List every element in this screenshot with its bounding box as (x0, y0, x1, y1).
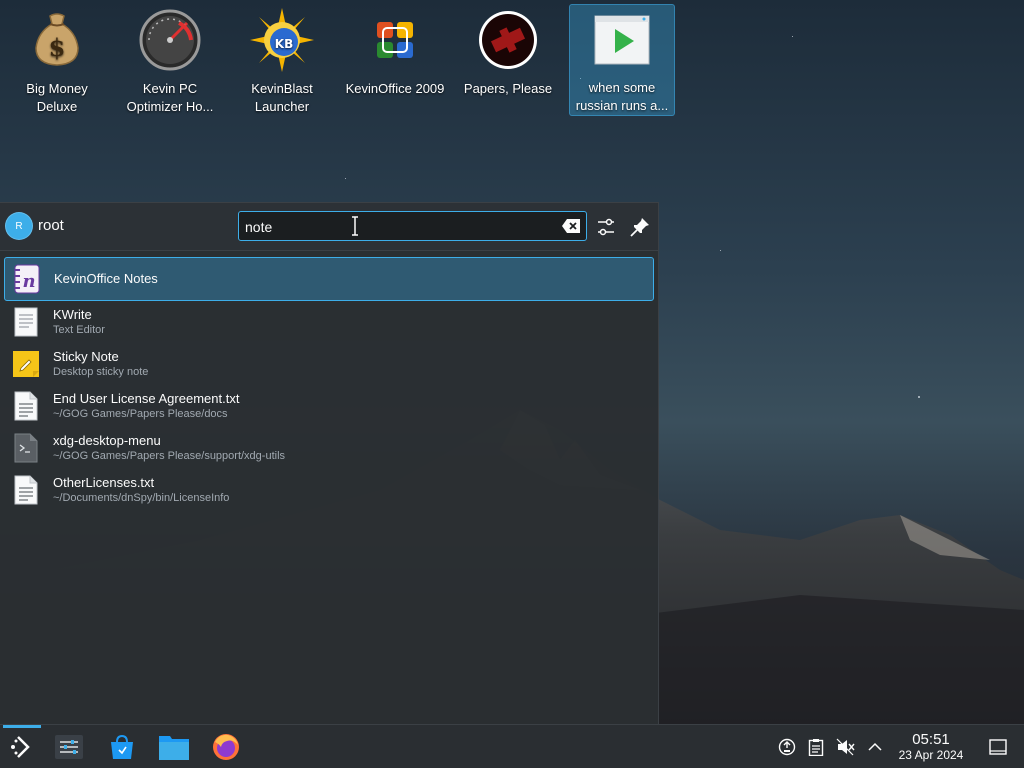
launcher-active-indicator (3, 725, 41, 728)
result-title: Sticky Note (53, 349, 119, 364)
result-eula-file[interactable]: End User License Agreement.txt ~/GOG Gam… (4, 385, 654, 427)
text-editor-icon (10, 306, 42, 338)
svg-text:KB: KB (275, 37, 293, 51)
result-subtitle: Text Editor (53, 324, 105, 336)
office-logo-icon (363, 8, 427, 72)
app-launcher-button[interactable] (4, 729, 40, 765)
sun-globe-icon: KB (250, 8, 314, 72)
desktop-icon-label: KevinBlast Launcher (251, 81, 313, 114)
taskbar: 05:51 23 Apr 2024 (0, 724, 1024, 768)
avatar[interactable]: R (5, 212, 33, 240)
desktop-icon-label: Kevin PC Optimizer Ho... (126, 81, 214, 114)
volume-muted-icon[interactable] (836, 737, 856, 757)
taskbar-firefox[interactable] (208, 729, 244, 765)
script-file-icon (10, 432, 42, 464)
result-subtitle: ~/Documents/dnSpy/bin/LicenseInfo (53, 492, 230, 504)
launcher-header: R root (0, 203, 658, 251)
result-title: KevinOffice Notes (54, 271, 158, 286)
search-box[interactable] (238, 211, 587, 241)
digital-clock[interactable]: 05:51 23 Apr 2024 (893, 731, 969, 762)
clock-date: 23 Apr 2024 (898, 748, 964, 762)
text-cursor-icon (352, 216, 358, 236)
result-title: xdg-desktop-menu (53, 433, 161, 448)
desktop-icon-papers-please[interactable]: Papers, Please (455, 4, 561, 116)
chevron-up-icon[interactable] (865, 737, 885, 757)
folder-icon (159, 736, 189, 760)
pin-icon[interactable] (629, 216, 651, 238)
firefox-icon (213, 734, 239, 760)
star (345, 178, 346, 179)
taskbar-system-settings[interactable] (51, 729, 87, 765)
result-kwrite[interactable]: KWrite Text Editor (4, 301, 654, 343)
text-file-icon (10, 390, 42, 422)
desktop-icon-label: Big Money Deluxe (26, 81, 88, 114)
text-file-icon (10, 474, 42, 506)
result-sticky-note[interactable]: Sticky Note Desktop sticky note (4, 343, 654, 385)
application-launcher: R root n KevinOffice Notes KWrite Text E… (0, 202, 659, 724)
result-otherlicenses-file[interactable]: OtherLicenses.txt ~/Documents/dnSpy/bin/… (4, 469, 654, 511)
star (720, 250, 721, 251)
desktop-icon-label: Papers, Please (463, 81, 553, 96)
taskbar-dolphin[interactable] (156, 729, 192, 765)
desktop-icon-label: when some russian runs a... (575, 80, 669, 113)
show-desktop-icon[interactable] (988, 737, 1008, 757)
desktop-icon-big-money-deluxe[interactable]: $ Big Money Deluxe (4, 4, 110, 116)
result-title: KWrite (53, 307, 92, 322)
system-settings-icon (55, 735, 83, 759)
video-play-icon (590, 9, 654, 71)
network-icon[interactable] (777, 737, 797, 757)
username: root (38, 217, 64, 234)
result-subtitle: ~/GOG Games/Papers Please/support/xdg-ut… (53, 450, 286, 462)
speedometer-icon (138, 8, 202, 72)
search-results: n KevinOffice Notes KWrite Text Editor S… (0, 251, 658, 511)
configure-icon[interactable] (595, 216, 617, 238)
star (792, 36, 793, 37)
desktop-icon-kevinblast-launcher[interactable]: KB KevinBlast Launcher (229, 4, 335, 116)
result-subtitle: ~/GOG Games/Papers Please/docs (53, 408, 228, 420)
desktop-icon-kevin-pc-optimizer[interactable]: Kevin PC Optimizer Ho... (117, 4, 223, 116)
result-subtitle: Desktop sticky note (53, 366, 149, 378)
discover-store-icon (111, 734, 133, 759)
notes-app-icon: n (11, 263, 43, 295)
clock-time: 05:51 (912, 731, 950, 748)
papers-please-icon (476, 8, 540, 72)
result-title: End User License Agreement.txt (53, 391, 240, 406)
svg-text:$: $ (49, 33, 66, 62)
desktop-icon-video[interactable]: when some russian runs a... (569, 4, 675, 116)
result-kevinoffice-notes[interactable]: n KevinOffice Notes (4, 257, 654, 301)
search-input[interactable] (245, 217, 545, 237)
svg-text:n: n (22, 271, 35, 292)
clear-search-icon[interactable] (562, 219, 580, 233)
money-bag-icon: $ (25, 8, 89, 72)
result-title: OtherLicenses.txt (53, 475, 155, 490)
result-xdg-desktop-menu[interactable]: xdg-desktop-menu ~/GOG Games/Papers Plea… (4, 427, 654, 469)
desktop-icon-kevinoffice-2009[interactable]: KevinOffice 2009 (342, 4, 448, 116)
taskbar-discover[interactable] (104, 729, 140, 765)
desktop-icon-label: KevinOffice 2009 (345, 81, 445, 96)
clipboard-icon[interactable] (806, 737, 826, 757)
sticky-note-icon (10, 348, 42, 380)
kde-launcher-icon (11, 736, 30, 758)
